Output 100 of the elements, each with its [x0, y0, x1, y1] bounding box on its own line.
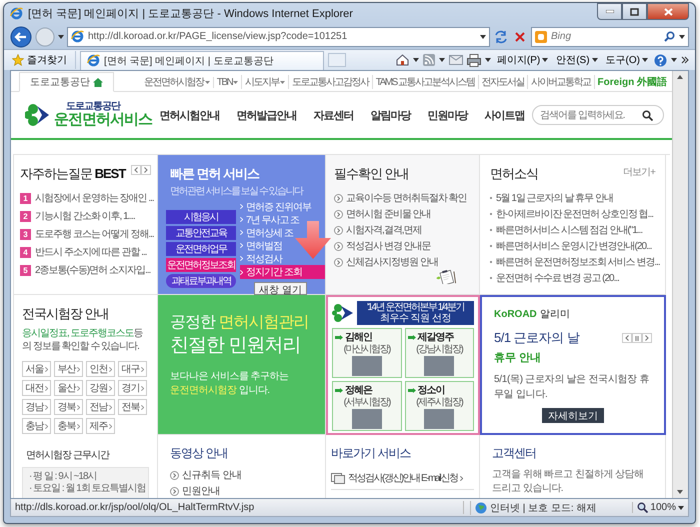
faq-link[interactable]: 반드시 주소지에 따른 관할 ...	[35, 245, 146, 259]
previous-button[interactable]	[622, 333, 632, 343]
notice-subhead: 휴무 안내	[494, 351, 542, 365]
caret-icon	[642, 58, 648, 62]
service-name: 운전면허서비스	[54, 112, 152, 129]
home-tab[interactable]: 도로교통공단	[19, 72, 114, 92]
previous-button[interactable]	[131, 165, 141, 175]
maximize-button[interactable]	[622, 3, 647, 20]
guide-link[interactable]: 교육이수등 면허취득절차 확인	[346, 191, 467, 205]
menu-item[interactable]: 면허시험안내	[160, 108, 220, 122]
region-button[interactable]: 부산	[54, 361, 83, 377]
news-link[interactable]: 5월 1일 근로자의 날 휴무 안내	[496, 191, 614, 205]
chevron-left-icon	[625, 335, 629, 341]
zoom-caret-icon	[678, 506, 684, 510]
close-button[interactable]	[647, 3, 689, 20]
faq-link[interactable]: 시험장에서 운영하는 장애인 ...	[35, 191, 154, 205]
video-link[interactable]: 신규취득 안내	[170, 468, 313, 482]
search-input[interactable]: Bing	[551, 31, 660, 42]
minimize-button[interactable]	[597, 3, 622, 20]
search-icon[interactable]	[664, 31, 675, 42]
guide-link[interactable]: 시험자격,결격,면제	[346, 223, 422, 237]
scroll-bar[interactable]	[672, 71, 688, 498]
faq-link[interactable]: 2종보통(수동)면허 소지자입...	[35, 263, 150, 277]
faq-link[interactable]: 도로주행 코스는 어떻게 정해...	[35, 227, 154, 241]
news-link[interactable]: 빠른면허 운전면허정보조회 서비스 변경...	[496, 255, 660, 269]
region-button[interactable]: 전북	[118, 399, 147, 415]
banner-title: 최우수 직원 선정	[380, 313, 452, 324]
menu-item[interactable]: 자료센터	[314, 108, 354, 122]
top-link[interactable]: Foreign 外國語	[594, 75, 670, 89]
refresh-button[interactable]	[493, 28, 509, 44]
news-link[interactable]: 빠른면허서비스 시스템 점검 안내("1...	[496, 223, 642, 237]
news-link[interactable]: 운전면허 수수료 변경 공고 (20...	[496, 271, 619, 285]
region-button[interactable]: 경남	[22, 399, 51, 415]
news-link[interactable]: 한-아제르바이잔 운전면허 상호인정 협...	[496, 207, 653, 221]
back-button[interactable]	[10, 26, 32, 48]
menu-item[interactable]: 민원마당	[428, 108, 468, 122]
video-link[interactable]: 민원안내	[170, 484, 313, 498]
region-button[interactable]: 충북	[54, 418, 83, 434]
print-button[interactable]	[466, 54, 481, 66]
category-button[interactable]: 교통안전교육	[166, 226, 236, 240]
chevron-right-icon	[645, 335, 649, 341]
top-link[interactable]: 시도지부	[241, 75, 288, 89]
menu-item[interactable]: 면허발급안내	[236, 108, 296, 122]
site-search-field[interactable]: 검색어를 입력하세요.	[532, 105, 664, 125]
menu-item[interactable]: 사이트맵	[484, 108, 524, 122]
details-button[interactable]: 자세히보기	[542, 408, 604, 423]
guide-link[interactable]: 면허시험 준비물 안내	[346, 207, 431, 221]
top-link[interactable]: 전자도서실	[478, 75, 528, 89]
category-button[interactable]: 시험응시	[166, 210, 236, 224]
feeds-button[interactable]	[422, 54, 435, 66]
region-button[interactable]: 경기	[118, 380, 147, 396]
search-field[interactable]: Bing	[531, 26, 689, 46]
region-button[interactable]: 충남	[22, 418, 51, 434]
clover-logo-icon[interactable]	[25, 103, 51, 127]
home-button[interactable]	[396, 54, 409, 66]
top-link[interactable]: 사이버교통학교	[527, 75, 594, 89]
region-button[interactable]: 전남	[86, 399, 115, 415]
browser-tab[interactable]: [면허 국문] 메인페이지 | 도로교통공단	[80, 50, 324, 70]
banner-headline: 친절한 민원처리	[170, 334, 302, 358]
next-button[interactable]	[642, 333, 652, 343]
zoom-control[interactable]: 100%	[632, 502, 684, 513]
top-link[interactable]: 운전면허시험장	[141, 75, 213, 89]
pause-button[interactable]	[632, 333, 642, 343]
region-button[interactable]: 제주	[86, 418, 115, 434]
more-icon[interactable]	[681, 56, 689, 64]
region-button[interactable]: 경북	[54, 399, 83, 415]
new-window-button[interactable]: 새창 열기	[254, 282, 307, 295]
top-link[interactable]: TBN	[212, 76, 242, 88]
region-button[interactable]: 대구	[118, 361, 147, 377]
more-link[interactable]: 더보기+	[623, 165, 655, 179]
region-button[interactable]: 강원	[86, 380, 115, 396]
region-button[interactable]: 울산	[54, 380, 83, 396]
search-input[interactable]: 검색어를 입력하세요.	[540, 110, 640, 120]
next-button[interactable]	[141, 165, 151, 175]
guide-link[interactable]: 적성검사 변경 안내문	[346, 239, 431, 253]
category-button[interactable]: 운전면허업무	[166, 242, 236, 256]
region-button[interactable]: 대전	[22, 380, 51, 396]
command-menu[interactable]: 안전(S)	[554, 53, 600, 67]
search-icon[interactable]	[642, 110, 653, 120]
command-menu[interactable]: 페이지(P)	[494, 53, 550, 67]
guide-link[interactable]: 신체검사지정병원 안내	[346, 255, 438, 269]
category-button[interactable]: 운전면허정보조회	[166, 258, 236, 272]
news-link[interactable]: 빠른면허서비스 운영시간 변경안내(20...	[496, 239, 652, 253]
region-button[interactable]: 인천	[86, 361, 115, 377]
section-title: 면허소식	[490, 165, 538, 183]
maximize-icon	[630, 8, 639, 16]
address-field[interactable]: http://dl.koroad.or.kr/PAGE_license/view.jsp?code=101251	[67, 26, 490, 46]
menu-item[interactable]: 알림마당	[370, 108, 410, 122]
help-caret-icon	[671, 58, 677, 62]
help-button[interactable]	[654, 54, 667, 66]
top-link[interactable]: 도로교통사고감정사	[288, 75, 372, 89]
service-link[interactable]: 정지기간 조회	[240, 265, 325, 279]
top-link[interactable]: TAMS 교통사고분석시스템	[372, 75, 478, 89]
favorites-button[interactable]: 즐겨찾기	[10, 51, 76, 69]
command-menu[interactable]: 도구(O)	[604, 53, 650, 67]
category-button[interactable]: 과태료부과내역	[166, 274, 236, 288]
browser-icon	[10, 7, 23, 20]
shortcut-link[interactable]: 적성검사(갱신)안내 E-mail신청	[331, 468, 474, 490]
faq-link[interactable]: 기능시험 간소화 이후, 1....	[35, 209, 135, 223]
region-button[interactable]: 서울	[22, 361, 51, 377]
